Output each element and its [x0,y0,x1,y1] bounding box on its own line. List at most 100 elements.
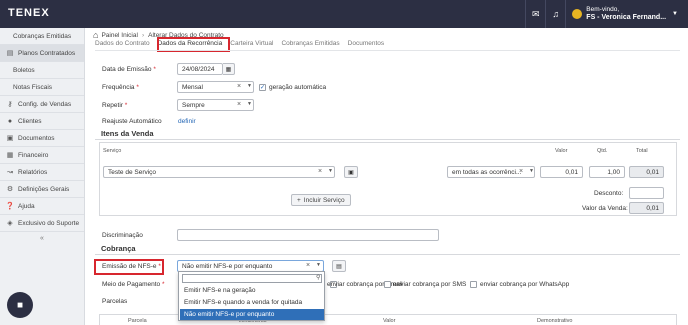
column-header-valor: Valor [555,148,568,154]
frequencia-select[interactable]: Mensal [177,81,254,93]
chevron-down-icon[interactable]: ▼ [247,83,252,89]
tab-cobrancas-emitidas[interactable]: Cobranças Emitidas [281,40,339,49]
column-header-demonstrativo: Demonstrativo [537,318,573,324]
cobranca-section-title: Cobrança [101,244,136,253]
reajuste-label: Reajuste Automático [102,118,162,125]
home-icon[interactable]: ⌂ [93,30,98,40]
clear-icon[interactable]: × [306,262,310,269]
clear-icon[interactable]: × [237,101,241,108]
geracao-automatica-checkbox[interactable]: ✓ [259,84,266,91]
chart-icon: ↝ [7,169,13,176]
sidebar-item-relatorios[interactable]: ↝ Relatórios [0,164,84,181]
discriminacao-input[interactable] [177,229,439,241]
user-name: FS - Veronica Fernand... [586,14,667,21]
sidebar-item-label: Ajuda [18,202,35,210]
sidebar-item-notas-fiscais[interactable]: Notas Fiscais [0,79,84,96]
desconto-input[interactable] [629,187,664,199]
tab-documentos[interactable]: Documentos [348,40,385,49]
dropdown-option[interactable]: Emitir NFS-e quando a venda for quitada [180,297,324,308]
sms-checkbox[interactable] [384,281,391,288]
sidebar-item-planos-contratados[interactable]: ▤ Planos Contratados [0,45,84,62]
briefcase-icon[interactable]: ▣ [344,166,358,178]
valor-input[interactable]: 0,01 [540,166,583,178]
chevron-down-icon[interactable]: ▼ [247,101,252,107]
column-header-total: Total [636,148,648,154]
repetir-select[interactable]: Sempre [177,99,254,111]
sidebar-item-clientes[interactable]: ● Clientes [0,113,84,130]
tabs: Dados do Contrato Dados da Recorrência C… [95,40,392,49]
chat-bubble-icon: ■ [16,299,24,311]
sidebar-item-label: Config. de Vendas [18,100,72,108]
document-icon[interactable]: ▤ [332,260,346,272]
chat-icon[interactable]: ✉ [525,0,545,28]
qtd-input[interactable]: 1,00 [589,166,625,178]
reajuste-definir-link[interactable]: definir [178,118,196,125]
clear-icon[interactable]: × [318,168,322,175]
top-bar-actions: ✉ ♫ Bem-vindo, FS - Veronica Fernand... … [525,0,688,28]
sidebar-item-label: Cobranças Emitidas [13,32,72,40]
top-bar: TENEX ✉ ♫ Bem-vindo, FS - Veronica Ferna… [0,0,688,28]
help-icon: ❓ [5,203,15,210]
emissao-field[interactable]: 24/08/2024 [177,63,223,75]
sms-label: enviar cobrança por SMS [393,281,467,288]
repetir-label: Repetir * [102,102,128,109]
bell-icon[interactable]: ♫ [545,0,565,28]
chat-widget-button[interactable]: ■ [7,292,33,318]
sidebar-item-documentos[interactable]: ▣ Documentos [0,130,84,147]
sidebar-item-label: Financeiro [18,151,49,159]
whatsapp-checkbox[interactable] [470,281,477,288]
desconto-label: Desconto: [594,190,624,197]
section-divider [95,254,680,255]
tab-dados-contrato[interactable]: Dados do Contrato [95,40,150,49]
sidebar-item-financeiro[interactable]: ▦ Financeiro [0,147,84,164]
sidebar-item-label: Notas Fiscais [13,83,53,91]
sidebar-item-ajuda[interactable]: ❓ Ajuda [0,198,84,215]
valor-venda-label: Valor da Venda: [582,205,628,212]
sidebar: Cobranças Emitidas ▤ Planos Contratados B… [0,28,85,325]
meio-pagamento-label: Meio de Pagamento * [102,281,165,288]
sidebar-item-cobrancas-emitidas[interactable]: Cobranças Emitidas [0,28,84,45]
sidebar-item-config-vendas[interactable]: ⚷ Config. de Vendas [0,96,84,113]
nfse-highlight [94,259,164,275]
discriminacao-label: Discriminação [102,232,143,239]
breadcrumb-separator: › [141,31,145,39]
sidebar-item-label: Exclusivo do Suporte [18,219,80,227]
frequencia-label: Frequência * [102,84,139,91]
breadcrumb-home[interactable]: Painel Inicial [101,32,138,39]
user-menu[interactable]: Bem-vindo, FS - Veronica Fernand... ▼ [565,0,688,28]
subscriptions-icon: ▤ [6,50,14,57]
sidebar-item-exclusivo-suporte[interactable]: ◈ Exclusivo do Suporte [0,215,84,232]
valor-venda-value: 0,01 [629,202,664,214]
user-icon: ● [7,117,13,125]
sidebar-item-label: Relatórios [18,168,48,176]
column-header-servico: Serviço [103,148,122,154]
sidebar-item-boletos[interactable]: Boletos [0,62,84,79]
user-greeting: Bem-vindo, [586,6,620,13]
clear-icon[interactable]: × [519,168,523,175]
gears-icon: ⚙ [6,186,14,193]
parcelas-label: Parcelas [102,298,128,305]
sidebar-item-label: Documentos [18,134,55,142]
clear-icon[interactable]: × [237,83,241,90]
email-label: enviar cobrança por Email [327,281,403,288]
calendar-icon[interactable]: ▦ [223,63,235,75]
tab-divider [95,50,680,51]
dropdown-search-input[interactable] [182,274,322,283]
incluir-servico-button[interactable]: + Incluir Serviço [291,194,351,206]
itens-section-title: Itens da Venda [101,129,154,138]
sidebar-collapse-button[interactable]: « [0,232,84,244]
sidebar-item-label: Definições Gerais [18,185,70,193]
nfse-dropdown: ⚲ Emitir NFS-e na geração Emitir NFS-e q… [178,271,325,321]
dropdown-option-selected[interactable]: Não emitir NFS-e por enquanto [180,309,324,320]
column-header-parcela: Parcela [128,318,147,324]
sidebar-item-label: Planos Contratados [18,49,76,57]
chevron-down-icon[interactable]: ▼ [328,168,333,174]
document-icon: ▣ [6,135,14,142]
chevron-down-icon[interactable]: ▼ [316,262,321,268]
whatsapp-label: enviar cobrança por WhatsApp [480,281,570,288]
sidebar-item-definicoes-gerais[interactable]: ⚙ Definições Gerais [0,181,84,198]
servico-select[interactable]: Teste de Serviço [103,166,335,178]
tab-carteira-virtual[interactable]: Carteira Virtual [230,40,273,49]
dropdown-option[interactable]: Emitir NFS-e na geração [180,285,324,296]
chevron-down-icon[interactable]: ▼ [529,168,534,174]
